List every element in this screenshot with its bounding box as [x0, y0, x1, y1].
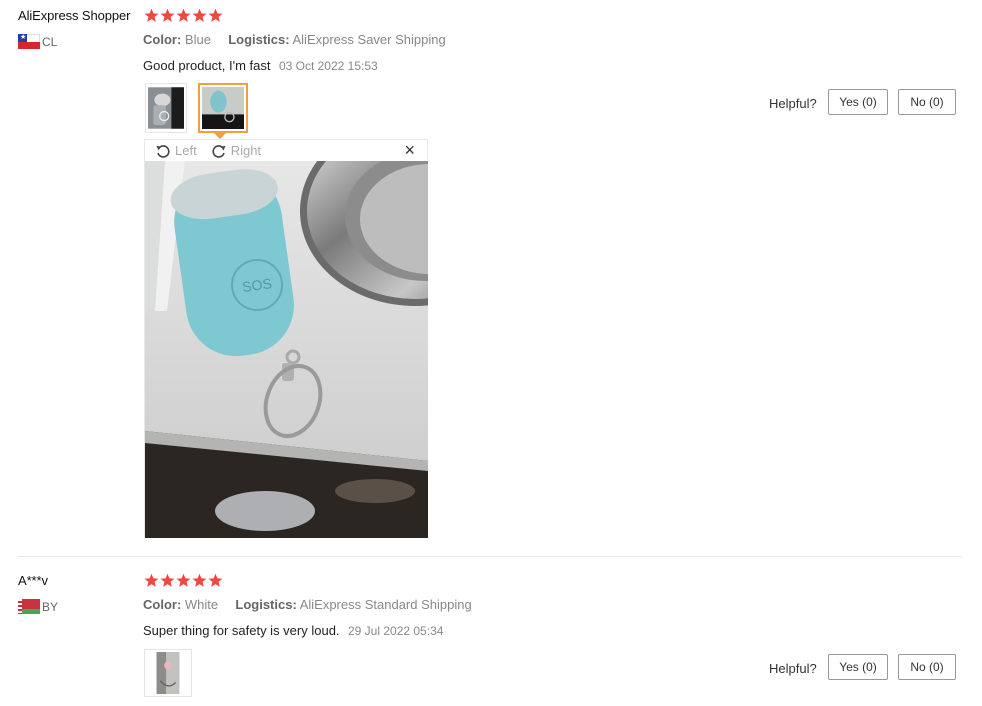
star-icon	[208, 573, 223, 587]
logistics-value: AliExpress Saver Shipping	[292, 32, 446, 47]
star-icon	[160, 573, 175, 587]
color-value: Blue	[184, 32, 211, 47]
chile-flag-icon: ★	[18, 34, 40, 49]
rotate-right-icon	[212, 144, 226, 158]
review-thumbnail[interactable]	[144, 649, 192, 697]
review-attributes: Color: White Logistics: AliExpress Stand…	[143, 597, 472, 612]
review-attributes: Color: Blue Logistics: AliExpress Saver …	[143, 32, 446, 47]
star-icon	[144, 573, 159, 587]
rotate-left-button[interactable]: Left	[155, 143, 197, 159]
review-date: 29 Jul 2022 05:34	[348, 624, 444, 638]
color-value: White	[184, 597, 219, 612]
color-label: Color:	[143, 597, 182, 612]
review-photo: SOS	[145, 161, 428, 538]
color-label: Color:	[143, 32, 182, 47]
review-text: Good product, I'm fast	[143, 58, 271, 73]
reviewer-name: AliExpress Shopper	[18, 8, 131, 23]
star-icon	[192, 573, 207, 587]
helpful-yes-button[interactable]: Yes (0)	[828, 89, 888, 115]
helpful-label: Helpful?	[769, 661, 817, 676]
rotate-left-icon	[156, 144, 170, 158]
rotate-left-label: Left	[175, 143, 197, 158]
thumbnail-image	[202, 87, 244, 129]
helpful-yes-button[interactable]: Yes (0)	[828, 654, 888, 680]
review-divider	[18, 556, 962, 557]
review-body: Super thing for safety is very loud. 29 …	[143, 622, 443, 640]
belarus-flag-icon	[18, 599, 40, 614]
helpful-no-button[interactable]: No (0)	[898, 89, 956, 115]
review-thumbnail[interactable]	[145, 83, 187, 133]
thumbnail-image	[148, 87, 184, 129]
star-icon	[176, 573, 191, 587]
star-icon	[144, 8, 159, 22]
image-viewer: Left Right × SOS	[144, 139, 428, 538]
country-code: CL	[42, 34, 58, 49]
review-date: 03 Oct 2022 15:53	[278, 59, 378, 73]
rotate-right-label: Right	[230, 143, 262, 158]
star-rating	[144, 573, 223, 588]
reviewer-country: ★ CL	[18, 34, 57, 49]
reviewer-name: A***v	[18, 573, 48, 588]
logistics-label: Logistics:	[228, 32, 290, 47]
close-icon[interactable]: ×	[404, 140, 415, 161]
rotate-right-button[interactable]: Right	[211, 143, 261, 159]
helpful-label: Helpful?	[769, 96, 817, 111]
star-icon	[176, 8, 191, 22]
review-text: Super thing for safety is very loud.	[143, 623, 340, 638]
star-icon	[192, 8, 207, 22]
star-icon	[208, 8, 223, 22]
viewer-toolbar: Left Right ×	[145, 140, 427, 161]
star-rating	[144, 8, 223, 23]
helpful-no-button[interactable]: No (0)	[898, 654, 956, 680]
reviewer-country: BY	[18, 599, 58, 614]
logistics-value: AliExpress Standard Shipping	[299, 597, 472, 612]
country-code: BY	[42, 599, 59, 614]
thumbnail-image	[147, 652, 189, 694]
logistics-label: Logistics:	[235, 597, 297, 612]
review-body: Good product, I'm fast 03 Oct 2022 15:53	[143, 57, 378, 75]
review-thumbnail-selected[interactable]	[198, 83, 248, 133]
star-icon	[160, 8, 175, 22]
